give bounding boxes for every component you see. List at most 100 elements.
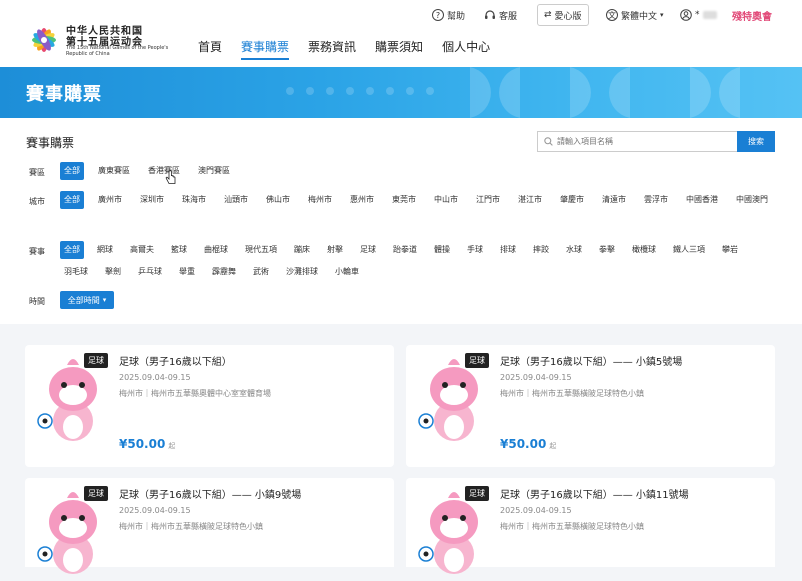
city-option[interactable]: 梅州市 — [304, 191, 336, 209]
city-option[interactable]: 佛山市 — [262, 191, 294, 209]
event-option[interactable]: 沙灘排球 — [282, 263, 322, 281]
city-option[interactable]: 深圳市 — [136, 191, 168, 209]
city-option[interactable]: 湛江市 — [514, 191, 546, 209]
event-option[interactable]: 現代五項 — [241, 241, 281, 259]
filter-title: 賽事購票 — [26, 136, 75, 150]
top-utility-bar: ? 幫助 客服 ⇄ 愛心版 文 繁體中文 ▾ * 殘特奧會 — [430, 4, 802, 26]
nav-personal-center[interactable]: 個人中心 — [442, 38, 490, 60]
search-input[interactable] — [557, 137, 727, 146]
region-option[interactable]: 全部 — [60, 162, 84, 180]
event-option[interactable]: 高爾夫 — [126, 241, 158, 259]
user-account[interactable]: * — [680, 6, 717, 24]
event-option[interactable]: 橄欖球 — [628, 241, 660, 259]
national-games-logo[interactable]: 中华人民共和国 第十五届运动会 The 15th National Games … — [26, 20, 186, 62]
event-card[interactable]: 足球 足球（男子16歲以下組）—— 小鎮9號場 2025.09.04-09.15… — [25, 478, 394, 574]
user-icon — [680, 9, 692, 21]
city-option[interactable]: 珠海市 — [178, 191, 210, 209]
card-venue: 梅州市｜梅州市五華縣橫陂足球特色小鎮 — [119, 522, 263, 531]
username-label: * — [695, 10, 700, 20]
event-option[interactable]: 體操 — [430, 241, 454, 259]
service-label: 客服 — [499, 11, 518, 22]
help-link[interactable]: ? 幫助 — [432, 6, 465, 24]
card-venue: 梅州市｜梅州市五華縣橫陂足球特色小鎮 — [500, 522, 644, 531]
event-option[interactable]: 蹦床 — [290, 241, 314, 259]
city-option[interactable]: 江門市 — [472, 191, 504, 209]
event-option[interactable]: 全部 — [60, 241, 84, 259]
customer-service-link[interactable]: 客服 — [484, 6, 517, 24]
event-option[interactable]: 射擊 — [323, 241, 347, 259]
language-selector[interactable]: 文 繁體中文 ▾ — [606, 6, 664, 24]
city-option[interactable]: 東莞市 — [388, 191, 420, 209]
nav-ticket-info[interactable]: 票務資訊 — [308, 38, 356, 60]
card-price: ¥50.00 起 — [119, 437, 175, 451]
city-option[interactable]: 惠州市 — [346, 191, 378, 209]
price-value: ¥50.00 — [500, 437, 547, 451]
logo-flower-icon — [32, 28, 56, 52]
event-option[interactable]: 跆拳道 — [389, 241, 421, 259]
city-option[interactable]: 汕頭市 — [220, 191, 252, 209]
card-date: 2025.09.04-09.15 — [119, 373, 191, 382]
event-option[interactable]: 攀岩 — [718, 241, 742, 259]
card-venue: 梅州市｜梅州市五華縣橫陂足球特色小鎮 — [500, 389, 644, 398]
filter-panel: 賽事購票 搜索 賽區 全部 廣東賽區 香港賽區 澳門賽區 城市 全部 廣州市 深… — [0, 118, 802, 324]
sport-tag: 足球 — [84, 353, 108, 368]
time-label: 時間 — [29, 297, 45, 306]
event-option[interactable]: 排球 — [496, 241, 520, 259]
city-option[interactable]: 全部 — [60, 191, 84, 209]
language-icon: 文 — [606, 9, 618, 21]
help-label: 幫助 — [447, 11, 466, 22]
language-label: 繁體中文 — [621, 11, 658, 22]
event-option[interactable]: 乒乓球 — [134, 263, 166, 281]
event-option[interactable]: 足球 — [356, 241, 380, 259]
card-venue: 梅州市｜梅州市五華縣奧體中心室室體育場 — [119, 389, 271, 398]
event-option[interactable]: 霹靂舞 — [208, 263, 240, 281]
event-option[interactable]: 網球 — [93, 241, 117, 259]
event-option[interactable]: 手球 — [463, 241, 487, 259]
sport-tag: 足球 — [84, 486, 108, 501]
event-option[interactable]: 羽毛球 — [60, 263, 92, 281]
paralympic-games-link[interactable]: 殘特奧會 — [732, 6, 772, 24]
nav-purchase-notice[interactable]: 購票須知 — [375, 38, 423, 60]
time-dropdown[interactable]: 全部時間 ▾ — [60, 291, 114, 309]
nav-ticket-purchase[interactable]: 賽事購票 — [241, 38, 290, 60]
banner-title: 賽事購票 — [26, 84, 102, 105]
city-option[interactable]: 清遠市 — [598, 191, 630, 209]
region-option[interactable]: 香港賽區 — [144, 162, 184, 180]
event-option[interactable]: 拳擊 — [595, 241, 619, 259]
city-option[interactable]: 中山市 — [430, 191, 462, 209]
search-button[interactable]: 搜索 — [737, 131, 775, 152]
username-blurred — [702, 11, 717, 19]
city-option[interactable]: 肇慶市 — [556, 191, 588, 209]
sport-tag: 足球 — [465, 486, 489, 501]
card-title: 足球（男子16歲以下組）—— 小鎮9號場 — [119, 490, 302, 501]
price-unit: 起 — [168, 442, 176, 450]
city-option[interactable]: 中國香港 — [682, 191, 722, 209]
event-option[interactable]: 鐵人三項 — [669, 241, 709, 259]
event-card[interactable]: 足球 足球（男子16歲以下組）—— 小鎮11號場 2025.09.04-09.1… — [406, 478, 775, 574]
event-option[interactable]: 曲棍球 — [200, 241, 232, 259]
search-box — [537, 131, 737, 152]
care-version-button[interactable]: ⇄ 愛心版 — [537, 4, 589, 26]
event-option[interactable]: 水球 — [562, 241, 586, 259]
event-card[interactable]: 足球 足球（男子16歲以下組）—— 小鎮5號場 2025.09.04-09.15… — [406, 345, 775, 467]
time-value: 全部時間 — [67, 295, 100, 305]
card-title: 足球（男子16歲以下組） — [119, 357, 232, 368]
event-option[interactable]: 小輪車 — [331, 263, 363, 281]
banner-pattern — [286, 67, 740, 118]
city-label: 城市 — [29, 197, 45, 206]
paralympic-label: 殘特奧會 — [732, 11, 772, 23]
city-option[interactable]: 雲浮市 — [640, 191, 672, 209]
event-option[interactable]: 擊劍 — [101, 263, 125, 281]
region-option[interactable]: 澳門賽區 — [194, 162, 234, 180]
region-option[interactable]: 廣東賽區 — [94, 162, 134, 180]
card-date: 2025.09.04-09.15 — [119, 506, 191, 515]
event-card[interactable]: 足球 足球（男子16歲以下組） 2025.09.04-09.15 梅州市｜梅州市… — [25, 345, 394, 467]
nav-home[interactable]: 首頁 — [198, 38, 222, 60]
event-option[interactable]: 武術 — [249, 263, 273, 281]
event-option[interactable]: 舉重 — [175, 263, 199, 281]
city-option[interactable]: 廣州市 — [94, 191, 126, 209]
event-option[interactable]: 摔跤 — [529, 241, 553, 259]
event-option[interactable]: 籃球 — [167, 241, 191, 259]
hand-cursor-icon — [165, 170, 176, 184]
city-option[interactable]: 中國澳門 — [732, 191, 772, 209]
